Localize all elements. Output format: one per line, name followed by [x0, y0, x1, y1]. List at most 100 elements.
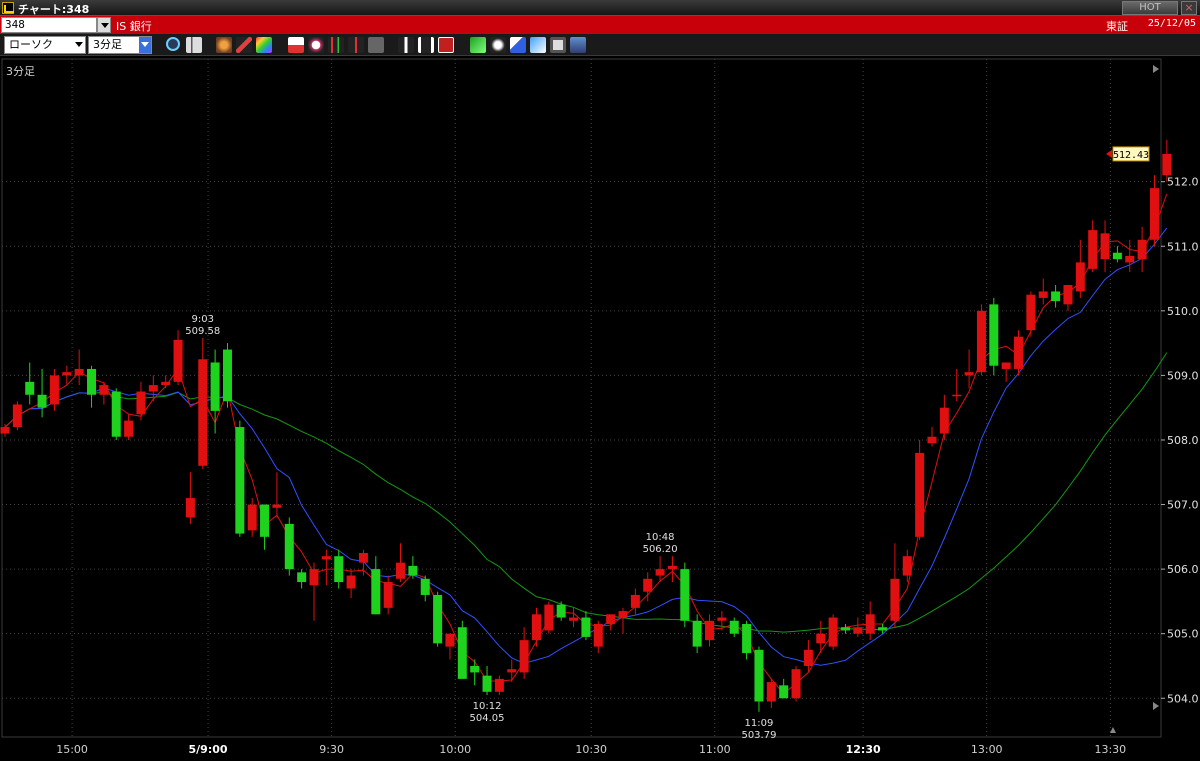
candle-body: [173, 339, 183, 382]
candle-body: [161, 381, 171, 386]
trash-icon[interactable]: [570, 37, 586, 53]
chevron-down-icon: [141, 42, 149, 47]
candle-body: [494, 678, 504, 692]
window-icon[interactable]: [550, 37, 566, 53]
candle-body: [1026, 294, 1036, 331]
chart-app-icon: [2, 2, 14, 14]
candle-body: [37, 394, 47, 408]
candle-body: [0, 427, 10, 434]
candle-body: [1125, 255, 1135, 263]
cursor-icon[interactable]: [510, 37, 526, 53]
split-view-icon[interactable]: [186, 37, 202, 53]
price-chart[interactable]: 504.0 505.0 506.0 507.0 508.0 509.0 510.0 511.0…: [0, 57, 1200, 761]
bar-expand-icon[interactable]: [418, 37, 434, 53]
y-tick-label: 508.0: [1167, 434, 1199, 447]
candle-body: [729, 620, 739, 634]
interval-value: 3分足: [93, 38, 122, 51]
hot-button[interactable]: HOT: [1122, 1, 1178, 15]
candle-body: [680, 569, 690, 621]
last-price-label: 512.43: [1113, 150, 1149, 161]
candle-body: [247, 504, 257, 531]
y-tick-label: 509.0: [1167, 369, 1199, 382]
candle-body: [371, 569, 381, 615]
candle-body: [630, 594, 640, 608]
candle-body: [124, 420, 134, 437]
candle-body: [915, 452, 925, 537]
settings-icon[interactable]: [216, 37, 232, 53]
candle-body: [742, 624, 752, 654]
candle-body: [457, 627, 467, 679]
text-tool-icon[interactable]: [530, 37, 546, 53]
candle-body: [544, 604, 554, 631]
candlestick-chart[interactable]: 504.0 505.0 506.0 507.0 508.0 509.0 510.0 511.0…: [0, 57, 1200, 761]
candle-body: [1014, 336, 1024, 369]
candle-body: [99, 385, 109, 395]
candle-body: [198, 359, 208, 466]
candle-body: [222, 349, 232, 402]
x-tick-label: 10:30: [575, 743, 607, 756]
candle-body: [1149, 188, 1159, 240]
candle-body: [569, 617, 579, 621]
stock-code-input[interactable]: 348: [1, 17, 97, 33]
candle-body: [1088, 230, 1098, 269]
candle-body: [111, 391, 121, 437]
y-tick-label: 512.0: [1167, 176, 1199, 189]
candle-body: [358, 552, 368, 563]
candle-body: [284, 523, 294, 570]
bar-shrink-icon[interactable]: [398, 37, 414, 53]
y-tick-label: 504.0: [1167, 692, 1199, 705]
y-tick-label: 511.0: [1167, 240, 1199, 253]
candle-body: [618, 611, 628, 618]
candle-body: [445, 633, 455, 647]
window-title-bar: チャート:348 HOT ×: [0, 0, 1200, 16]
indicator-down-icon[interactable]: [288, 37, 304, 53]
candle-body: [952, 394, 962, 397]
candle-body: [593, 624, 603, 647]
candle-body: [408, 565, 418, 576]
pen-icon[interactable]: [236, 37, 252, 53]
candle-body: [136, 391, 146, 415]
show-all-icon[interactable]: [438, 37, 454, 53]
link-icon[interactable]: [490, 37, 506, 53]
ma-long-line: [4, 352, 1168, 633]
trendline-icon[interactable]: [470, 37, 486, 53]
candle-body: [185, 498, 195, 518]
candle-body: [482, 675, 492, 692]
candle-body: [62, 372, 72, 376]
stock-code-dropdown-icon[interactable]: [97, 17, 111, 33]
x-tick-label: 10:00: [439, 743, 471, 756]
stock-name: IS 銀行: [116, 20, 152, 33]
date-display: 25/12/05: [1147, 18, 1196, 29]
candle-body: [754, 649, 764, 702]
scroll-up-icon: [1153, 65, 1159, 73]
x-tick-label: 9:30: [319, 743, 344, 756]
chart-style-select[interactable]: ローソク: [4, 36, 86, 54]
candle-body: [581, 617, 591, 637]
candle-body: [297, 572, 307, 583]
candle-body: [334, 556, 344, 583]
interval-select[interactable]: 3分足: [88, 36, 152, 54]
candle-body: [49, 375, 59, 405]
candle-body: [717, 617, 727, 621]
stock-info-bar: 348 IS 銀行 東証 25/12/05: [0, 16, 1200, 34]
y-tick-label: 510.0: [1167, 305, 1199, 318]
candle-type-icon[interactable]: [328, 37, 344, 53]
zoom-icon[interactable]: [166, 37, 180, 51]
market-name: 東証: [1106, 20, 1128, 33]
candle-body: [1001, 362, 1011, 369]
candle-body: [878, 627, 888, 631]
annotation-value: 509.58: [185, 326, 220, 337]
scroll-marker-icon: [1153, 702, 1159, 710]
close-button[interactable]: ×: [1181, 1, 1197, 15]
candle-body: [927, 436, 937, 444]
y-tick-label: 505.0: [1167, 628, 1199, 641]
disabled-tool-icon[interactable]: [368, 37, 384, 53]
candle-body: [260, 504, 270, 537]
candle-body: [1051, 291, 1061, 302]
annotation-value: 506.20: [643, 544, 678, 555]
candle-single-icon[interactable]: [348, 37, 364, 53]
target-icon[interactable]: [308, 37, 324, 53]
scroll-right-icon: [1110, 727, 1116, 733]
x-tick-label: 13:00: [971, 743, 1003, 756]
color-palette-icon[interactable]: [256, 37, 272, 53]
